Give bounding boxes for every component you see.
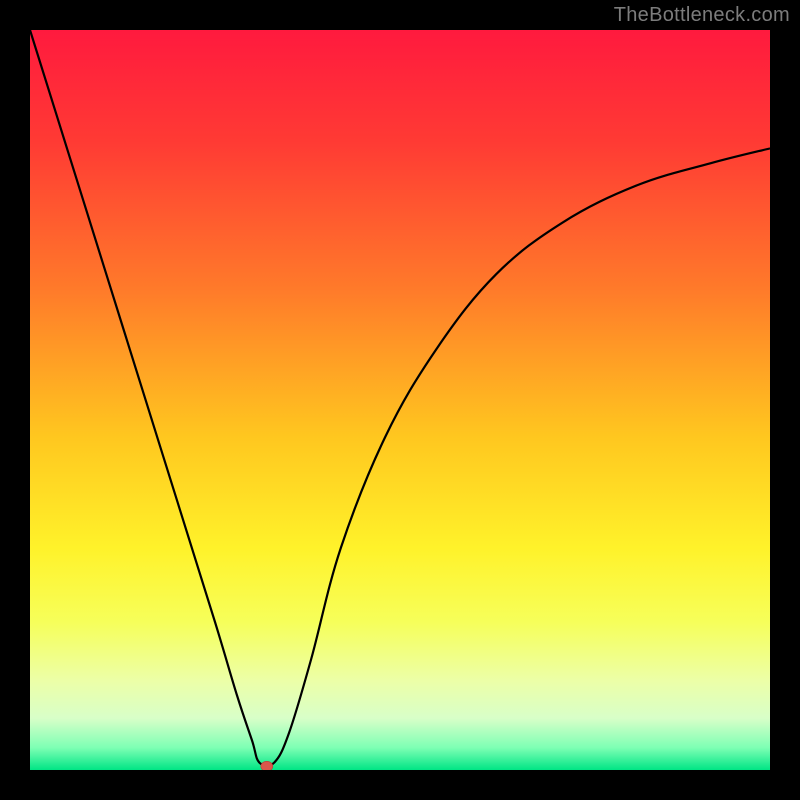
chart-frame: TheBottleneck.com [0, 0, 800, 800]
minimum-marker [261, 761, 273, 770]
plot-area [30, 30, 770, 770]
gradient-background [30, 30, 770, 770]
bottleneck-chart [30, 30, 770, 770]
watermark-text: TheBottleneck.com [614, 4, 790, 27]
